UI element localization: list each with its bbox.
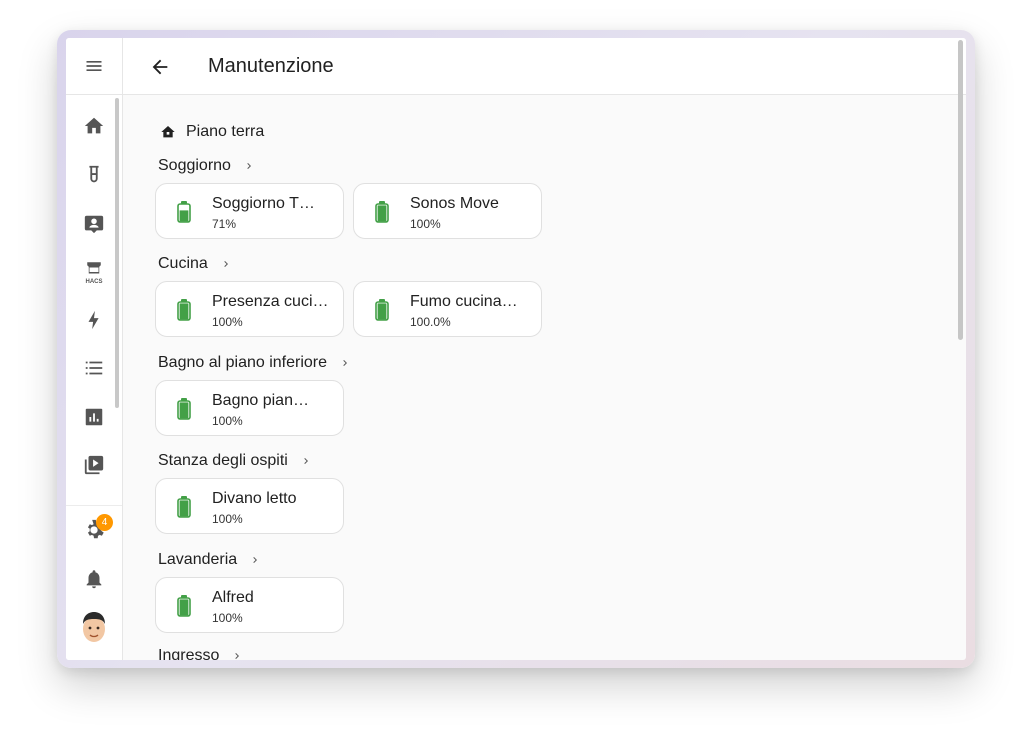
device-name: Presenza cuci… <box>212 293 329 310</box>
top-bar: Manutenzione <box>123 38 966 95</box>
sidebar-item-history[interactable] <box>74 397 114 437</box>
battery-icon <box>375 299 389 321</box>
media-icon <box>84 455 104 475</box>
chart-icon <box>85 408 103 426</box>
area-header[interactable]: Cucina <box>158 255 232 273</box>
area-header[interactable]: Stanza degli ospiti <box>158 452 312 470</box>
device-state: 100.0% <box>410 315 451 329</box>
battery-icon <box>177 595 191 617</box>
chevron-right-icon <box>220 258 232 270</box>
battery-icon <box>375 201 389 223</box>
device-card[interactable]: Divano letto 100% <box>155 478 344 534</box>
device-state: 100% <box>212 414 243 428</box>
main-content: Piano terra Soggiorno Soggiorno T… 71% Sono… <box>123 95 966 660</box>
avatar-icon <box>83 612 105 642</box>
device-card[interactable]: Sonos Move 100% <box>353 183 542 239</box>
sidebar-item-energy[interactable] <box>74 300 114 340</box>
device-card[interactable]: Presenza cuci… 100% <box>155 281 344 337</box>
area-header[interactable]: Bagno al piano inferiore <box>158 354 351 372</box>
energy-icon <box>88 310 99 330</box>
home-floor-icon <box>161 126 175 138</box>
chevron-right-icon <box>339 357 351 369</box>
area-name: Bagno al piano inferiore <box>158 354 328 371</box>
menu-icon <box>86 61 102 71</box>
sidebar: HACS 4 <box>66 38 123 660</box>
page-title: Manutenzione <box>208 55 334 77</box>
area-name: Soggiorno <box>158 157 231 174</box>
device-name: Sonos Move <box>410 195 499 212</box>
area-name: Stanza degli ospiti <box>158 452 288 469</box>
area-name: Ingresso <box>158 647 220 660</box>
device-card[interactable]: Alfred 100% <box>155 577 344 633</box>
sidebar-item-notifications[interactable] <box>74 559 114 599</box>
device-card[interactable]: Soggiorno T… 71% <box>155 183 344 239</box>
sidebar-item-logbook[interactable] <box>74 204 114 244</box>
device-card[interactable]: Fumo cucina… 100.0% <box>353 281 542 337</box>
device-state: 100% <box>212 611 243 625</box>
chevron-right-icon <box>300 455 312 467</box>
battery-icon <box>177 299 191 321</box>
sidebar-item-home[interactable] <box>74 106 114 146</box>
device-state: 71% <box>212 217 237 231</box>
floor-header: Piano terra <box>160 123 264 141</box>
chevron-right-icon <box>249 554 261 566</box>
hacs-icon <box>87 261 101 273</box>
bell-icon <box>86 570 102 589</box>
device-state: 100% <box>212 315 243 329</box>
area-name: Cucina <box>158 255 208 272</box>
sidebar-item-media[interactable] <box>74 445 114 485</box>
area-header[interactable]: Lavanderia <box>158 551 261 569</box>
device-name: Alfred <box>212 589 254 606</box>
device-name: Soggiorno T… <box>212 195 315 212</box>
sidebar-item-hacs[interactable]: HACS <box>74 252 114 292</box>
chevron-right-icon <box>243 160 255 172</box>
device-frame: HACS 4 Manutenzione Piano terra Soggiorn… <box>57 30 975 668</box>
hacs-label: HACS <box>85 278 103 285</box>
device-name: Divano letto <box>212 490 297 507</box>
battery-icon <box>177 496 191 518</box>
device-name: Fumo cucina… <box>410 293 518 310</box>
device-state: 100% <box>212 512 243 526</box>
back-button[interactable] <box>147 54 173 80</box>
flask-icon <box>89 165 99 183</box>
home-icon <box>84 117 104 134</box>
arrow-left-icon <box>152 59 168 75</box>
area-header[interactable]: Soggiorno <box>158 157 255 175</box>
device-name: Bagno pian… <box>212 392 309 409</box>
battery-icon <box>177 201 191 223</box>
chevron-right-icon <box>231 650 243 660</box>
account-box-icon <box>84 215 104 234</box>
floor-name: Piano terra <box>186 123 265 140</box>
list-icon <box>85 361 103 375</box>
sidebar-scrollbar[interactable] <box>115 98 119 408</box>
device-state: 100% <box>410 217 441 231</box>
user-avatar[interactable] <box>80 610 108 644</box>
device-card[interactable]: Bagno pian… 100% <box>155 380 344 436</box>
app-screen: HACS 4 Manutenzione Piano terra Soggiorn… <box>66 38 966 660</box>
area-name: Lavanderia <box>158 551 238 568</box>
settings-badge: 4 <box>96 514 113 531</box>
area-header[interactable]: Ingresso <box>158 647 243 660</box>
menu-button[interactable] <box>66 38 122 95</box>
sidebar-item-todo[interactable] <box>74 348 114 388</box>
battery-icon <box>177 398 191 420</box>
sidebar-item-tools[interactable] <box>74 155 114 195</box>
